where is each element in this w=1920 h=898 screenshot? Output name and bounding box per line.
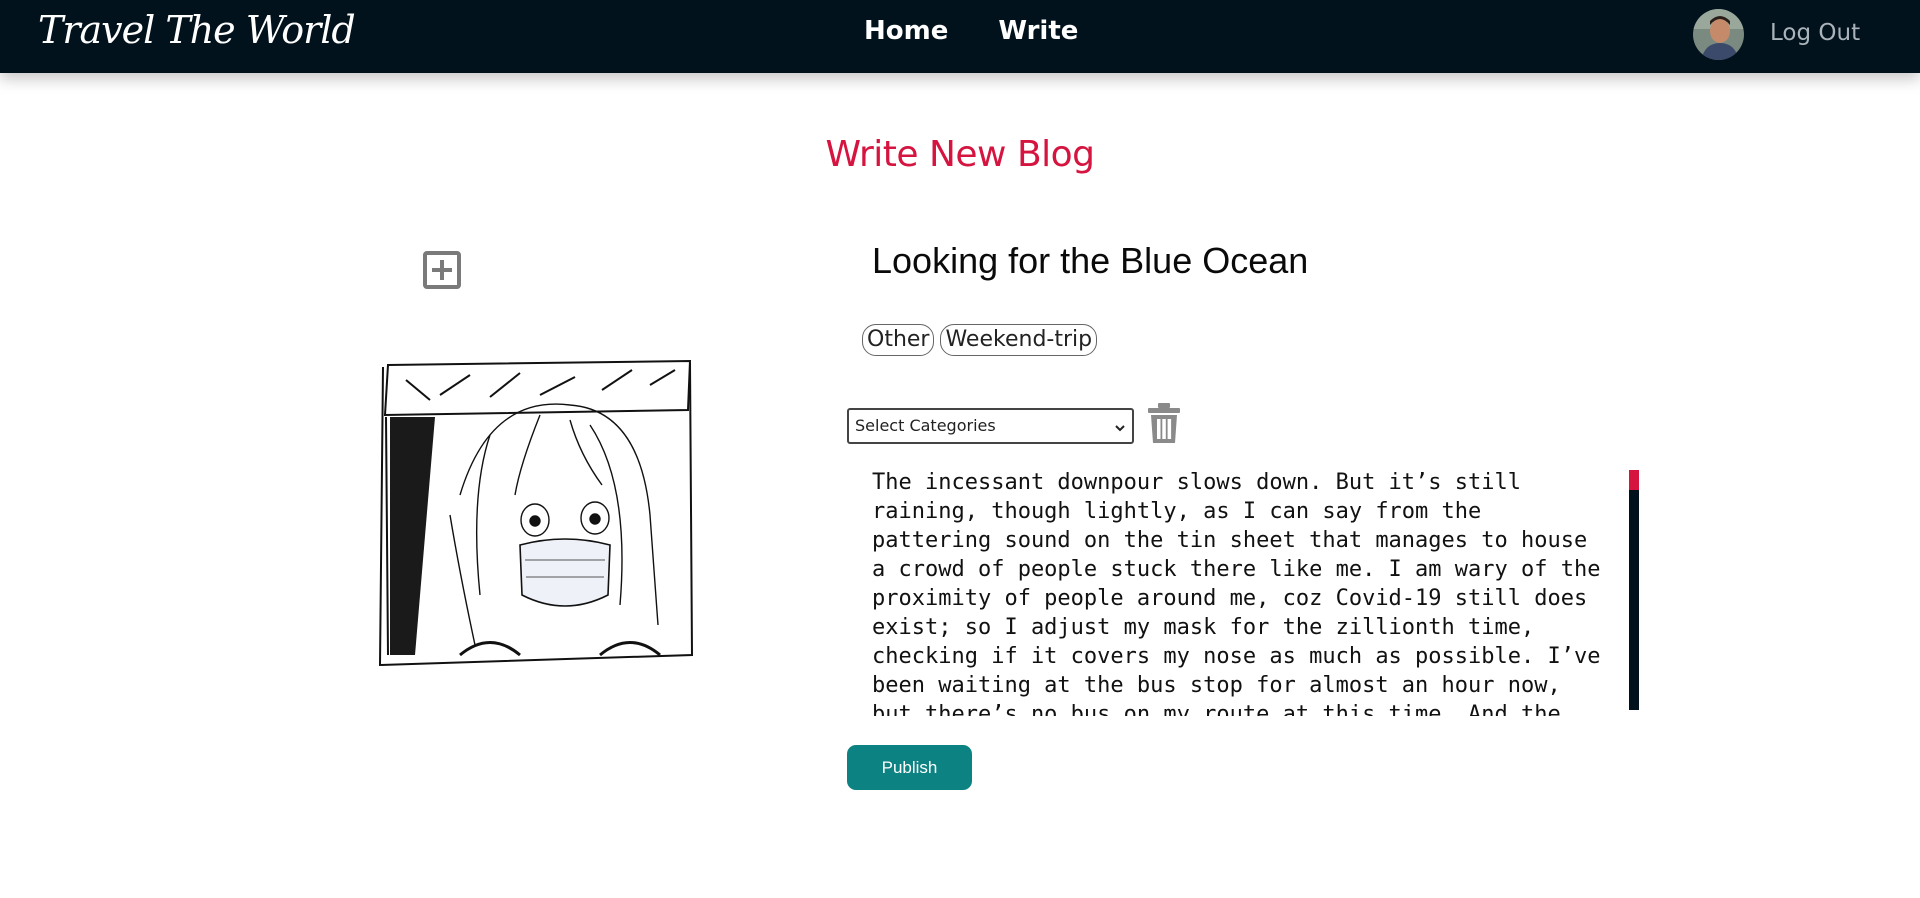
- tag-list: Other Weekend-trip: [862, 324, 1098, 356]
- category-select-value: Select Categories: [855, 416, 996, 435]
- editor-scrollbar[interactable]: [1629, 470, 1639, 710]
- logout-link[interactable]: Log Out: [1770, 20, 1860, 46]
- site-logo[interactable]: Travel The World: [38, 8, 356, 52]
- publish-button[interactable]: Publish: [847, 745, 972, 790]
- avatar[interactable]: [1693, 9, 1744, 60]
- trash-icon[interactable]: [1146, 402, 1182, 444]
- navbar: Travel The World Home Write Log Out: [0, 0, 1920, 73]
- nav-links: Home Write: [864, 16, 1078, 46]
- cover-image: [340, 355, 710, 675]
- tag-chip[interactable]: Weekend-trip: [940, 324, 1098, 356]
- nav-link-home[interactable]: Home: [864, 16, 948, 46]
- plus-square-icon[interactable]: [422, 250, 462, 290]
- page-title: Write New Blog: [825, 134, 1095, 175]
- post-title[interactable]: Looking for the Blue Ocean: [872, 240, 1308, 282]
- nav-link-write[interactable]: Write: [998, 16, 1078, 46]
- post-body-textarea[interactable]: The incessant downpour slows down. But i…: [847, 468, 1641, 716]
- tag-chip[interactable]: Other: [862, 324, 935, 356]
- chevron-down-icon: [1114, 419, 1126, 438]
- scrollbar-thumb[interactable]: [1629, 470, 1639, 490]
- category-select[interactable]: Select Categories: [847, 408, 1134, 444]
- post-body-text: The incessant downpour slows down. But i…: [872, 470, 1601, 716]
